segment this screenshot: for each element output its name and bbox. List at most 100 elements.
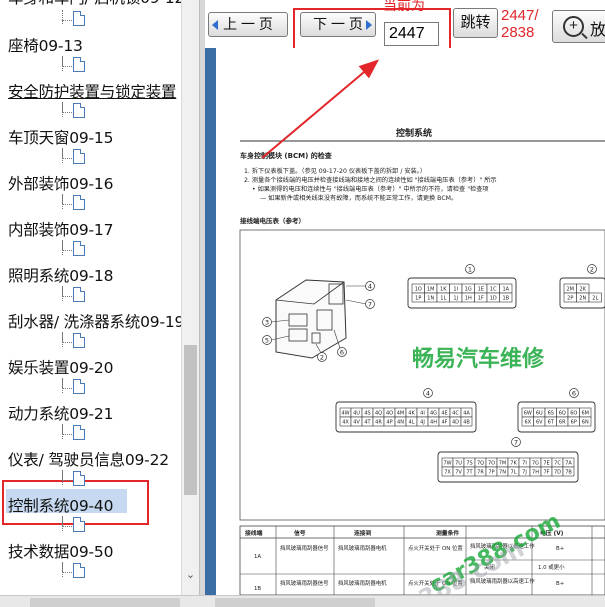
document-icon <box>73 333 85 348</box>
connector-4-pin-label: 4U <box>353 411 360 417</box>
tree-child-doc[interactable] <box>0 562 183 580</box>
connector-2-pin-label: 2L <box>592 296 598 302</box>
connector-4-pin-label: 4M <box>397 411 405 417</box>
tree-node-label: 车身和车门/ 启机锁09-12 <box>8 0 183 8</box>
connector-4-pin-label: 4T <box>364 420 371 426</box>
connector-7-pin-label: 7L <box>511 470 517 476</box>
connector-7-pin-label: 7M <box>499 461 507 467</box>
tree-child-doc[interactable] <box>0 332 183 350</box>
table-header: 连接到 <box>354 529 372 537</box>
connector-7-pin-label: 7K <box>510 461 517 467</box>
document-icon <box>73 57 85 72</box>
document-icon <box>73 425 85 440</box>
tree-child-doc[interactable] <box>0 470 183 488</box>
table-header: 接线端 <box>245 529 263 537</box>
connector-4-pin-label: 4E <box>441 411 447 417</box>
callout-label: 1 <box>468 266 472 274</box>
tree-child-doc[interactable] <box>0 240 183 258</box>
connector-2-pin-label: 2P <box>567 296 573 302</box>
connector-7-pin-label: 7A <box>565 461 572 467</box>
tree-panel[interactable]: 车身和车门/ 启机锁09-12 座椅09-13 安全防护装置与锁定装置 车顶天窗… <box>0 0 200 595</box>
connector-1-pin-label: 1H <box>465 296 472 302</box>
connector-1-pin-label: 1B <box>502 296 509 302</box>
horizontal-scrollbar[interactable] <box>0 595 605 607</box>
connector-1-pin-label: 1A <box>502 287 509 293</box>
connector-4-pin-label: 4L <box>409 420 415 426</box>
connector-2-pin-label: 2N <box>579 296 586 302</box>
document-icon <box>73 287 85 302</box>
connector-7-pin-label: 7U <box>455 461 462 467</box>
callout-label: 2 <box>590 266 594 274</box>
connector-7-pin-label: 7P <box>488 470 494 476</box>
table-header: 测量条件 <box>436 529 459 537</box>
connector-7-pin-label: 7E <box>543 461 549 467</box>
connector-1-pin-label: 1G <box>465 287 472 293</box>
connector-1-pin-label: 1P <box>415 296 421 302</box>
connector-1-pin-label: 1J <box>453 296 458 302</box>
connector-7-pin-label: 7T <box>466 470 473 476</box>
table-cell: B+ <box>556 581 564 587</box>
connector-4-pin-label: 4Q <box>375 411 382 417</box>
tree-child-doc[interactable] <box>0 194 183 212</box>
zoom-button[interactable]: + 放 <box>552 10 605 43</box>
scrollbar-thumb-left[interactable] <box>30 598 180 607</box>
connector-7-pin-label: 7G <box>532 461 539 467</box>
connector-4-pin-label: 4S <box>364 411 370 417</box>
bcm-module-drawing <box>270 279 367 359</box>
connector-6-pin-label: 6Q <box>559 411 566 417</box>
document-icon <box>73 11 85 26</box>
connector-7-pin-label: 7S <box>466 461 472 467</box>
connector-4-pin-label: 4A <box>463 411 470 417</box>
connector-7-pin-label: 7H <box>532 470 539 476</box>
tree-node-label: 座椅09-13 <box>8 37 83 55</box>
tree-child-doc[interactable] <box>0 516 183 534</box>
scroll-down-arrow-icon[interactable]: ⌄ <box>182 567 199 583</box>
connector-4-pin-label: 4W <box>341 411 349 417</box>
document-icon <box>73 563 85 578</box>
tree-child-doc[interactable] <box>0 10 183 28</box>
table-cell: 1.0 或更小 <box>538 563 565 571</box>
tree-vertical-scrollbar[interactable]: ⌄ <box>181 0 199 595</box>
tree-child-doc[interactable] <box>0 102 183 120</box>
table-cell: B+ <box>556 546 564 552</box>
step-1: 1. 拆下仪表板下盖。（参见 09-17-20 仪表板下盖的拆卸 / 安装。） <box>244 167 426 175</box>
connector-6-pin-label: 6X <box>524 420 531 426</box>
table-cell: 挡风玻璃雨刮器电机 <box>338 579 387 587</box>
document-icon <box>73 149 85 164</box>
connector-4-pin-label: 4X <box>342 420 349 426</box>
tree-child-doc[interactable] <box>0 56 183 74</box>
connector-7-pin-label: 7D <box>554 470 561 476</box>
scrollbar-thumb-right[interactable] <box>215 598 375 607</box>
connector-2-pin-label: 2K <box>580 287 587 293</box>
previous-page-button[interactable]: 上 一 页 <box>208 12 288 37</box>
connector-1-pin-label: 1I <box>453 287 458 293</box>
tree-node-label: 动力系统09-21 <box>8 405 114 423</box>
tree-node-label: 技术数据09-50 <box>8 543 114 561</box>
table-cell: 挡风玻璃雨刮器信号 <box>280 544 329 552</box>
jump-button[interactable]: 跳转 <box>453 8 498 38</box>
tree-child-doc[interactable] <box>0 378 183 396</box>
callout-label: 2 <box>320 354 324 362</box>
connector-7-pin-label: 7O <box>488 461 495 467</box>
tree-node-label: 安全防护装置与锁定装置 <box>8 83 177 101</box>
tree-child-doc[interactable] <box>0 286 183 304</box>
tree-child-doc[interactable] <box>0 148 183 166</box>
table-cell: 1B <box>254 586 261 592</box>
connector-6-pin-label: 6M <box>582 411 590 417</box>
connector-4-pin-label: 4V <box>353 420 360 426</box>
connector-4-pin-label: 4G <box>430 411 437 417</box>
page-toolbar: 上 一 页 下 一 页 当前为 跳转 2447/ 2838 + 放 <box>205 0 605 58</box>
connector-1-pin-label: 1M <box>427 287 435 293</box>
document-page-canvas: 控制系统 车身控制模块 (BCM) 的检查 1. 拆下仪表板下盖。（参见 09-… <box>239 127 605 595</box>
connector-6-pin-label: 6S <box>548 411 554 417</box>
document-icon <box>73 517 85 532</box>
tree-child-doc[interactable] <box>0 424 183 442</box>
connector-7-pin-label: 7W <box>443 461 451 467</box>
connector-1-pin-label: 1C <box>490 287 497 293</box>
connector-6-pin-label: 6R <box>559 420 566 426</box>
table-cell: 1A <box>254 554 261 560</box>
scrollbar-thumb[interactable] <box>184 345 197 495</box>
connector-4-pin-label: 4N <box>397 420 404 426</box>
connector-4-pin-label: 4D <box>452 420 459 426</box>
connector-6-pin-label: 6N <box>582 420 589 426</box>
